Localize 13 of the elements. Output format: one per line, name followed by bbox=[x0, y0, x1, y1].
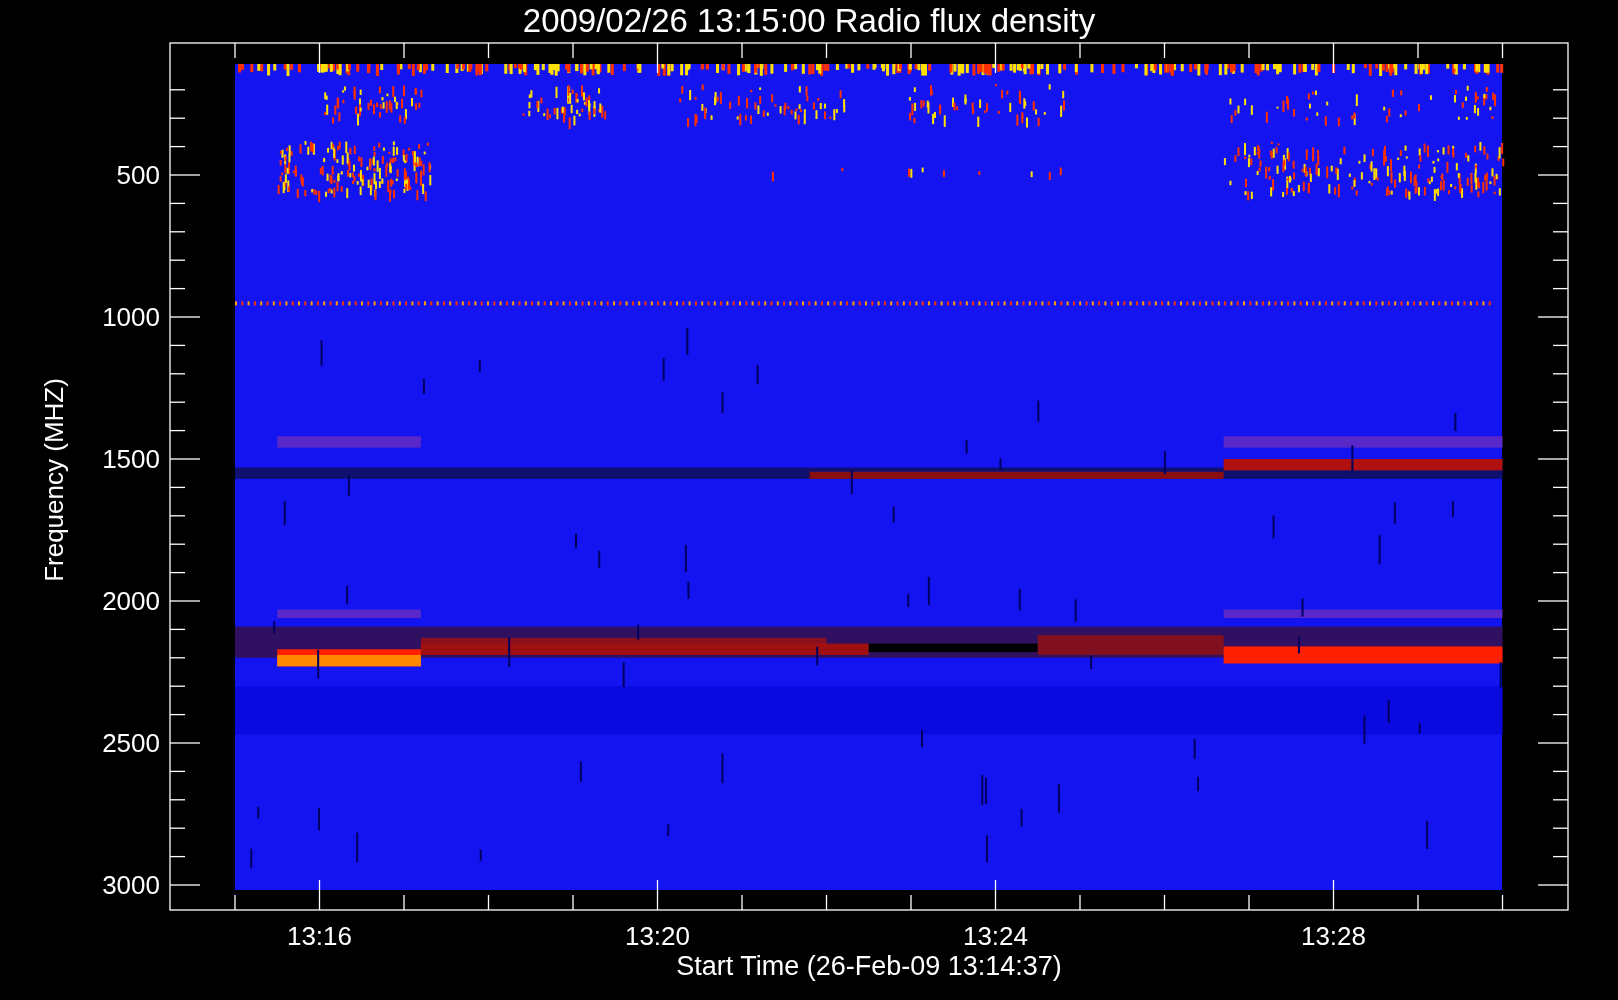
x-tick-label: 13:16 bbox=[286, 921, 353, 951]
y-tick-label: 3000 bbox=[102, 870, 160, 900]
x-axis-label: Start Time (26-Feb-09 13:14:37) bbox=[676, 951, 1062, 981]
x-tick-label: 13:24 bbox=[962, 921, 1029, 951]
y-tick-label: 2500 bbox=[102, 728, 160, 758]
y-tick-label: 500 bbox=[116, 160, 160, 190]
x-tick-label: 13:28 bbox=[1300, 921, 1367, 951]
y-axis-label: Frequency (MHZ) bbox=[39, 378, 69, 582]
x-tick-label: 13:20 bbox=[624, 921, 691, 951]
chart-title: 2009/02/26 13:15:00 Radio flux density bbox=[522, 2, 1096, 39]
y-tick-label: 1000 bbox=[102, 302, 160, 332]
y-tick-label: 1500 bbox=[102, 444, 160, 474]
y-tick-label: 2000 bbox=[102, 586, 160, 616]
